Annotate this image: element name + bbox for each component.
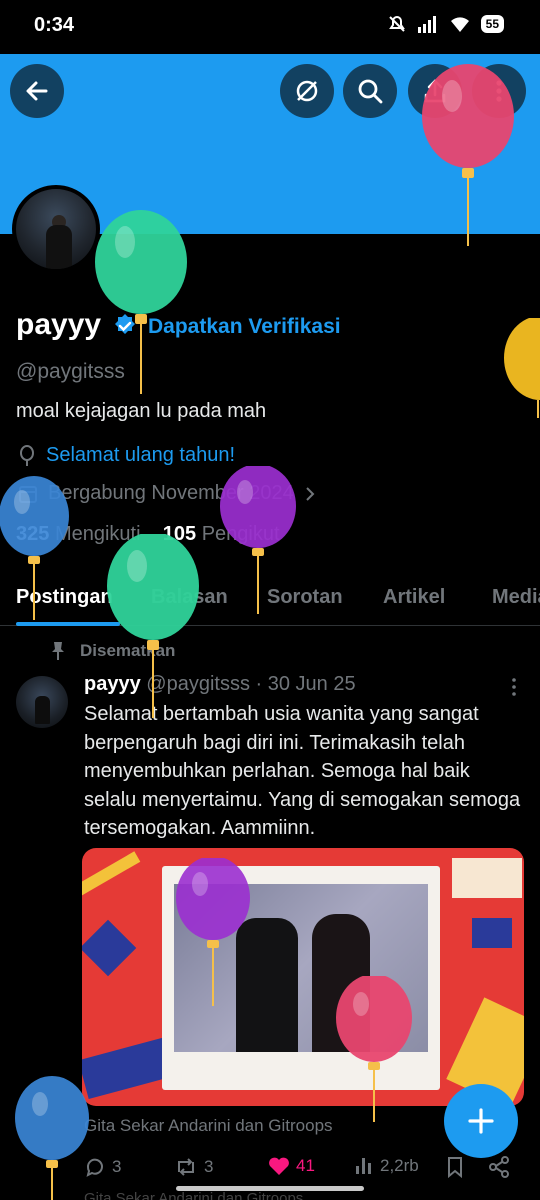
- bookmark-icon[interactable]: [446, 1156, 464, 1178]
- status-icons: 55: [387, 14, 504, 34]
- repost-icon: [178, 1158, 194, 1176]
- mute-icon: [388, 15, 405, 32]
- views-button[interactable]: 2,2rb: [354, 1156, 419, 1176]
- arrow-left-icon: [26, 81, 48, 101]
- profile-name: payyy: [16, 308, 102, 341]
- post-more-icon[interactable]: [506, 676, 522, 698]
- search-button[interactable]: [343, 64, 397, 118]
- post-avatar[interactable]: [16, 676, 68, 728]
- purple-balloon-2-icon: [176, 858, 250, 1006]
- post-media-image[interactable]: [82, 848, 524, 1106]
- compose-button[interactable]: [444, 1084, 518, 1158]
- post-text: Selamat bertambah usia wanita yang sanga…: [84, 703, 521, 839]
- home-indicator: [176, 1186, 364, 1191]
- wifi-icon: [450, 17, 469, 32]
- tab-artikel[interactable]: Artikel: [383, 586, 445, 609]
- post-actions: 3 3 41 2,2rb: [84, 1156, 524, 1182]
- chevron-right-icon: [306, 486, 315, 501]
- search-icon: [358, 79, 383, 104]
- green-balloon-icon: [95, 210, 187, 394]
- birthday-row[interactable]: Selamat ulang tahun!: [18, 444, 235, 467]
- red-balloon-icon: [336, 976, 412, 1122]
- battery-icon: 55: [480, 15, 504, 33]
- views-count: 2,2rb: [380, 1156, 419, 1175]
- profile-avatar[interactable]: [12, 185, 100, 273]
- slash-circle-icon: [296, 80, 318, 102]
- reply-count: 3: [112, 1157, 122, 1176]
- back-button[interactable]: [10, 64, 64, 118]
- blue-balloon-2-icon: [15, 1076, 89, 1200]
- status-time: 0:34: [34, 14, 75, 36]
- repost-count: 3: [204, 1157, 214, 1176]
- pink-balloon-icon: [422, 64, 514, 246]
- like-count: 41: [296, 1156, 315, 1175]
- repost-button[interactable]: 3: [174, 1156, 213, 1178]
- media-caption: Gita Sekar Andarini dan Gitroops: [84, 1116, 333, 1135]
- green-balloon-2-icon: [107, 534, 199, 718]
- pin-icon: [52, 642, 64, 660]
- profile-bio: moal kejajagan lu pada mah: [16, 400, 267, 422]
- plus-icon: [468, 1108, 494, 1134]
- birthday-link[interactable]: Selamat ulang tahun!: [46, 444, 235, 467]
- purple-balloon-icon: [220, 466, 296, 614]
- share-post-icon[interactable]: [488, 1156, 510, 1178]
- post-date: · 30 Jun 25: [255, 673, 356, 695]
- yellow-balloon-icon: [504, 318, 540, 418]
- heart-icon: [269, 1157, 289, 1175]
- balloon-icon: [20, 444, 34, 466]
- blue-balloon-icon: [0, 476, 69, 620]
- next-post-caption: Gita Sekar Andarini dan Gitroops: [84, 1190, 304, 1200]
- like-button[interactable]: 41: [268, 1156, 315, 1176]
- views-icon: [356, 1158, 371, 1174]
- signal-icon: [417, 16, 436, 33]
- tab-media[interactable]: Media: [492, 586, 540, 609]
- grok-button[interactable]: [280, 64, 334, 118]
- status-bar: 0:34 55: [0, 0, 540, 54]
